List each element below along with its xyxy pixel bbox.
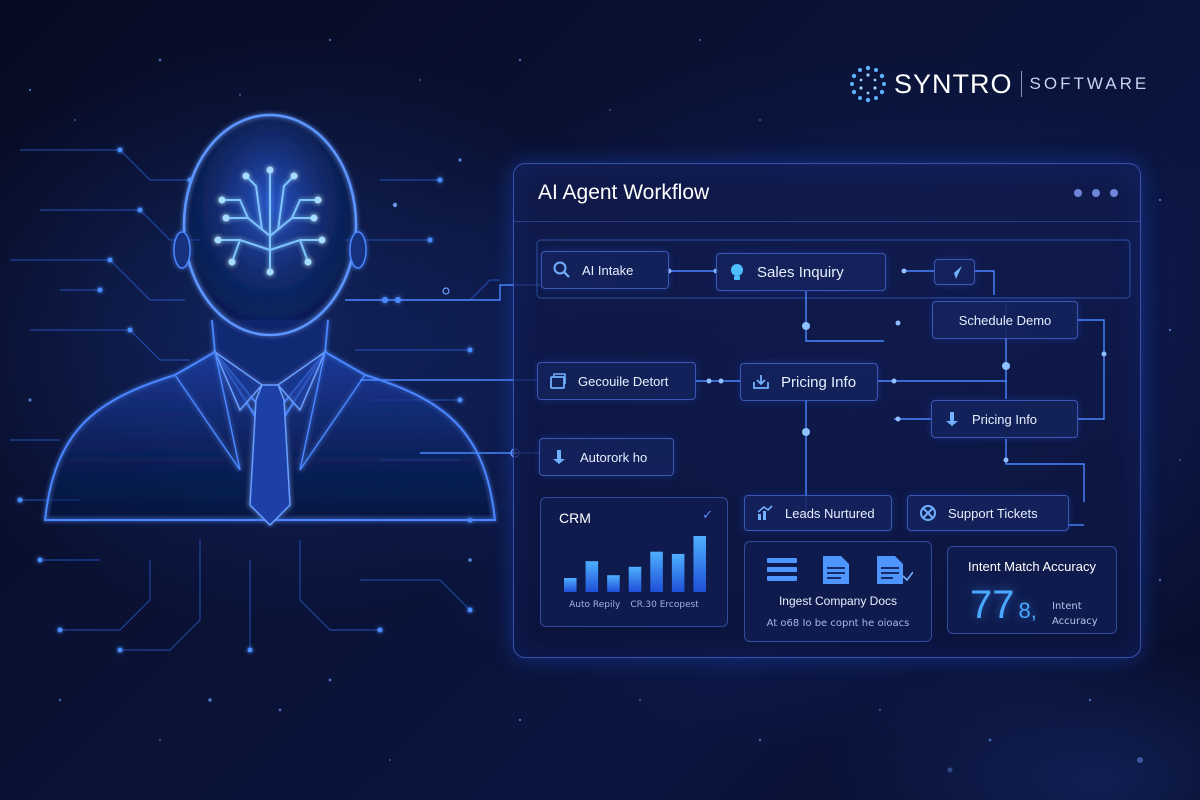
workflow-panel: AI Agent Workflow AI Intake Sales Inquir… (513, 163, 1141, 658)
crm-bar (650, 551, 663, 592)
document-check-icon (877, 556, 913, 584)
crm-card[interactable]: CRM ✓ Auto Repily CR.30 Ercopest (540, 497, 728, 627)
accuracy-number: 77 (970, 583, 1015, 627)
crm-bar (564, 578, 577, 592)
accuracy-label-line2: Accuracy (1052, 616, 1098, 627)
crm-bar (607, 575, 620, 592)
node-label: Leads Nurtured (785, 505, 875, 521)
accuracy-value: 77 8, (970, 583, 1037, 628)
node-label: AI Intake (582, 262, 634, 278)
accuracy-suffix: 8, (1018, 598, 1037, 623)
check-icon: ✓ (702, 508, 713, 523)
syntro-logo-icon (850, 65, 886, 103)
accuracy-label-line1: Intent (1052, 601, 1082, 612)
accuracy-label: Intent Accuracy (1052, 599, 1098, 629)
crm-footer-right: CR.30 Ercopest (630, 600, 699, 610)
node-support-tickets[interactable]: Support Tickets (907, 495, 1069, 531)
automation-icon (553, 450, 565, 464)
node-send[interactable] (934, 259, 975, 285)
node-pricing-info-center[interactable]: Pricing Info (740, 363, 878, 401)
brand-name: SYNTRO (894, 68, 1013, 99)
crm-title: CRM (559, 510, 591, 526)
growth-chart-icon (757, 505, 773, 520)
lightbulb-icon (731, 264, 743, 280)
docs-icons (767, 556, 913, 584)
node-label: Pricing Info (972, 411, 1038, 427)
inbox-download-icon (753, 375, 769, 389)
brand-divider (1020, 71, 1022, 97)
pricing-tag-icon (946, 412, 958, 426)
tie (249, 384, 291, 527)
node-autorork[interactable]: Autorork ho (539, 438, 674, 476)
node-label: Gecouile Detort (578, 373, 669, 389)
connector-dot (442, 287, 450, 295)
node-label: Autorork ho (580, 449, 648, 465)
send-icon (947, 266, 962, 279)
intent-accuracy-card[interactable]: Intent Match Accuracy 77 8, Intent Accura… (947, 546, 1117, 634)
list-icon (767, 558, 797, 581)
node-geocoule-detort[interactable]: Gecouile Detort (537, 362, 696, 400)
crm-bar (628, 566, 642, 592)
node-ai-intake[interactable]: AI Intake (541, 251, 669, 289)
node-pricing-info-right[interactable]: Pricing Info (931, 400, 1078, 438)
crm-footer: Auto Repily CR.30 Ercopest (541, 600, 727, 610)
crm-bar-chart (564, 536, 706, 592)
crm-bar (693, 536, 706, 592)
node-leads-nurtured[interactable]: Leads Nurtured (744, 495, 892, 531)
document-stack-icon (550, 373, 566, 389)
brand-header: SYNTRO SOFTWARE (848, 64, 1149, 104)
node-label: Support Tickets (948, 505, 1038, 521)
accuracy-title: Intent Match Accuracy (968, 559, 1096, 574)
docs-subtitle: At o68 Io be copnt he oioacs (766, 618, 910, 629)
document-icon (823, 556, 849, 584)
support-icon (920, 505, 936, 521)
node-schedule-demo[interactable]: Schedule Demo (932, 301, 1078, 339)
crm-bar (671, 553, 685, 592)
crm-bar (585, 561, 599, 592)
ear-right (349, 231, 367, 269)
crm-footer-left: Auto Repily (569, 600, 621, 610)
node-label: Pricing Info (781, 373, 857, 391)
node-sales-inquiry[interactable]: Sales Inquiry (716, 253, 886, 291)
ai-figure (43, 113, 497, 527)
ear-left (173, 231, 191, 269)
search-icon (553, 261, 570, 278)
docs-title: Ingest Company Docs (778, 594, 898, 608)
brand-subtitle: SOFTWARE (1029, 74, 1150, 93)
node-label: Sales Inquiry (757, 263, 844, 281)
node-label: Schedule Demo (958, 312, 1052, 328)
ingest-docs-card[interactable]: Ingest Company Docs At o68 Io be copnt h… (744, 541, 932, 642)
